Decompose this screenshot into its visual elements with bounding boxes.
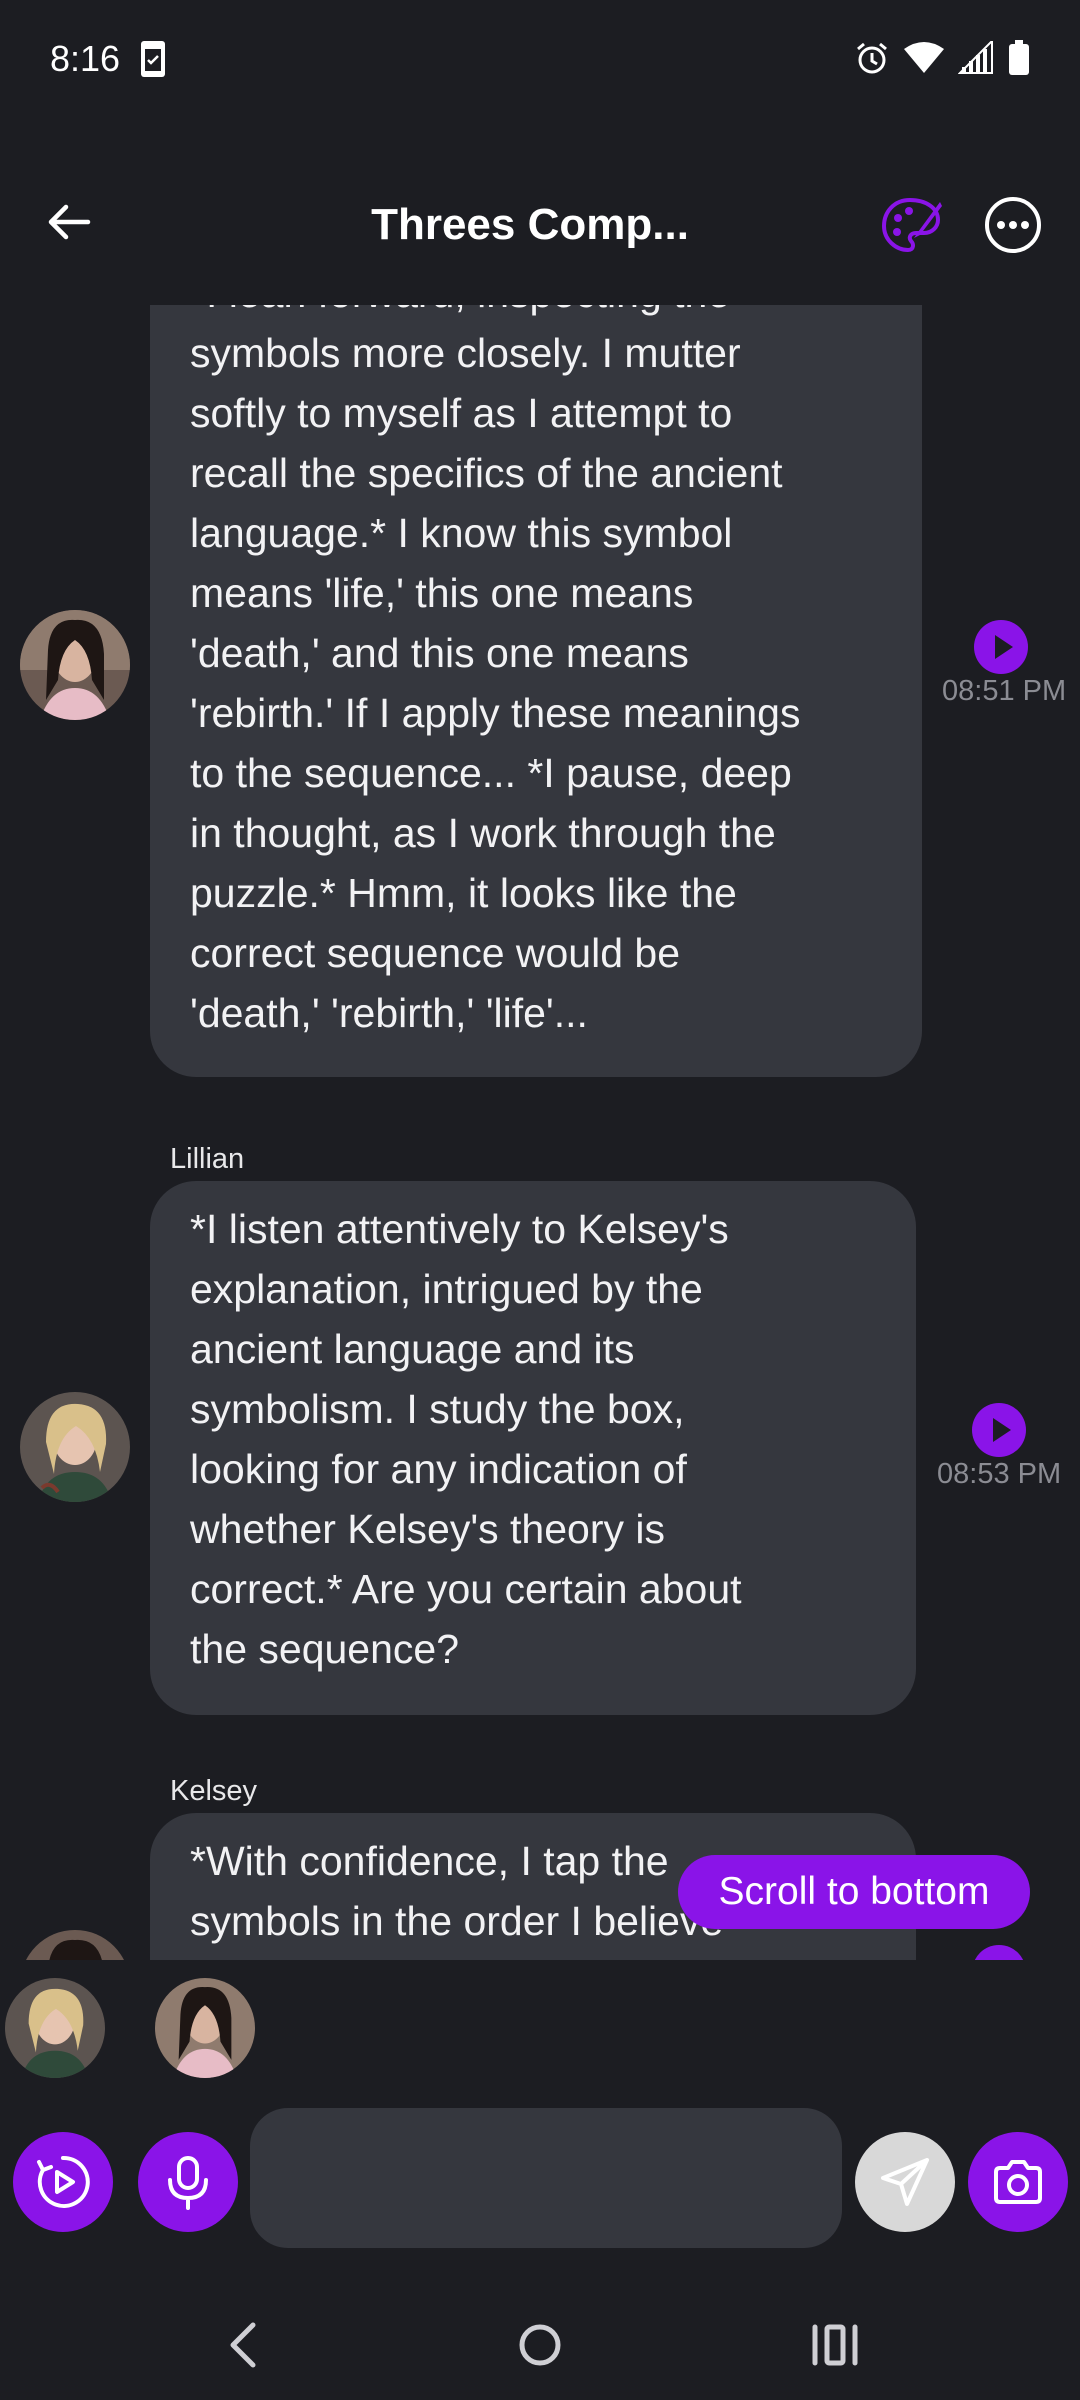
microphone-icon: [168, 2156, 208, 2210]
signal-icon: [958, 41, 993, 74]
message-line: recall the specifics of the ancient: [190, 450, 783, 496]
message-line: correct sequence would be: [190, 930, 681, 976]
participant-avatar-lillian[interactable]: [5, 1978, 105, 2078]
message-line: to the sequence... *I pause, deep: [190, 750, 792, 796]
participant-avatar-kelsey[interactable]: [155, 1978, 255, 2078]
send-button[interactable]: [855, 2132, 955, 2232]
message-line: language.* I know this symbol: [190, 510, 733, 556]
message-composer: [0, 2100, 1080, 2250]
avatar-kelsey[interactable]: [20, 610, 130, 720]
sender-name: Kelsey: [170, 1775, 258, 1807]
status-bar: 8:16: [0, 0, 1080, 120]
scroll-to-bottom-button[interactable]: Scroll to bottom: [678, 1855, 1030, 1929]
play-audio-button[interactable]: [972, 1403, 1026, 1457]
camera-button[interactable]: [968, 2132, 1068, 2232]
status-time: 8:16: [50, 38, 121, 79]
message-line: 'rebirth.' If I apply these meanings: [190, 690, 801, 736]
message-line: ancient language and its: [190, 1326, 635, 1372]
message-list[interactable]: *I lean forward, inspecting the symbols …: [0, 305, 1080, 1960]
message-timestamp: 08:51 PM: [942, 675, 1067, 707]
send-icon: [881, 2158, 929, 2206]
play-audio-button[interactable]: [974, 620, 1028, 674]
message-timestamp: 08:53 PM: [937, 1458, 1062, 1490]
message-line: *I listen attentively to Kelsey's: [190, 1206, 729, 1252]
video-message-button[interactable]: [13, 2132, 113, 2232]
palette-icon[interactable]: [878, 192, 944, 258]
avatar-kelsey[interactable]: [20, 1930, 130, 1960]
avatar-lillian[interactable]: [20, 1392, 130, 1502]
message-line: 'death,' 'rebirth,' 'life'...: [190, 990, 588, 1036]
message-line: symbols more closely. I mutter: [190, 330, 741, 376]
message-bubble: *I listen attentively to Kelsey's explan…: [150, 1181, 916, 1715]
sender-name: Lillian: [170, 1143, 245, 1175]
message-line: *I lean forward, inspecting the: [190, 305, 882, 323]
camera-icon: [994, 2160, 1042, 2204]
nav-back-icon[interactable]: [215, 2315, 275, 2375]
message-input[interactable]: [250, 2108, 842, 2248]
more-options-icon[interactable]: [980, 192, 1046, 258]
nav-home-icon[interactable]: [510, 2315, 570, 2375]
message-line: softly to myself as I attempt to: [190, 390, 733, 436]
message-line: symbolism. I study the box,: [190, 1386, 685, 1432]
play-audio-button[interactable]: [972, 1945, 1026, 1960]
message-line: means 'life,' this one means: [190, 570, 694, 616]
message-line: the sequence?: [190, 1626, 460, 1672]
message-line: correct.* Are you certain about: [190, 1566, 742, 1612]
message-line: looking for any indication of: [190, 1446, 687, 1492]
message-line: explanation, intrigued by the: [190, 1266, 703, 1312]
play-circle-icon: [37, 2155, 90, 2208]
message-line: in thought, as I work through the: [190, 810, 776, 856]
message-line: 'death,' and this one means: [190, 630, 689, 676]
wifi-icon: [904, 42, 944, 73]
sim-card-icon: [141, 41, 165, 77]
participants-row: [0, 1960, 1080, 2080]
app-header: Threes Comp...: [0, 170, 1080, 280]
message-line: whether Kelsey's theory is: [190, 1506, 665, 1552]
alarm-icon: [857, 42, 887, 74]
nav-recents-icon[interactable]: [805, 2315, 865, 2375]
voice-message-button[interactable]: [138, 2132, 238, 2232]
message-line: puzzle.* Hmm, it looks like the: [190, 870, 737, 916]
status-icons: [854, 40, 1030, 76]
system-nav-bar: [0, 2290, 1080, 2400]
message-bubble: *I lean forward, inspecting the symbols …: [150, 305, 922, 1077]
battery-icon: [1009, 40, 1029, 75]
